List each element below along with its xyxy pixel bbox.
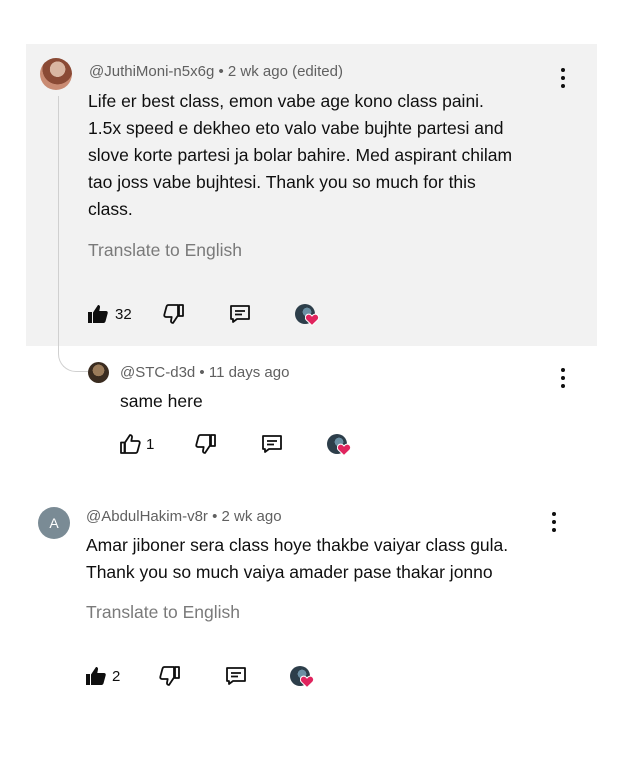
- creator-heart-icon: [290, 666, 316, 690]
- author-name[interactable]: @STC-d3d: [120, 364, 195, 381]
- comment-text: same here: [120, 388, 203, 415]
- comment-text-line: slove korte partesi ja bolar bahire. Med…: [88, 145, 513, 165]
- dislike-icon[interactable]: [158, 664, 182, 688]
- dislike-icon[interactable]: [162, 302, 186, 326]
- comment-text-line: Thank you so much vaiya amader pase thak…: [86, 562, 493, 582]
- avatar[interactable]: [40, 58, 72, 90]
- timestamp: • 2 wk ago (edited): [218, 63, 343, 80]
- comment-text-line: Life er best class, emon vabe age kono c…: [88, 91, 484, 111]
- timestamp: • 2 wk ago: [212, 508, 282, 525]
- timestamp: • 11 days ago: [199, 364, 290, 381]
- more-options-icon[interactable]: [558, 368, 568, 388]
- translate-link[interactable]: Translate to English: [88, 240, 242, 261]
- comment-text: Amar jiboner sera class hoye thakbe vaiy…: [86, 532, 508, 586]
- translate-link[interactable]: Translate to English: [86, 602, 240, 623]
- comment-text: Life er best class, emon vabe age kono c…: [88, 88, 512, 223]
- reply-icon[interactable]: [260, 432, 284, 456]
- like-filled-icon[interactable]: [86, 302, 110, 326]
- comment-meta: @STC-d3d • 11 days ago: [120, 364, 289, 381]
- comment-text-line: same here: [120, 391, 203, 411]
- reply-icon[interactable]: [224, 664, 248, 688]
- comment-text-line: 1.5x speed e dekheo eto valo vabe bujhte…: [88, 118, 504, 138]
- more-options-icon[interactable]: [549, 512, 559, 532]
- comment-text-line: class.: [88, 199, 133, 219]
- avatar[interactable]: [88, 362, 109, 383]
- comment-meta: @JuthiMoni-n5x6g • 2 wk ago (edited): [89, 63, 343, 80]
- comment-text-line: Amar jiboner sera class hoye thakbe vaiy…: [86, 535, 509, 555]
- avatar-letter: A: [49, 515, 59, 531]
- creator-heart-icon: [295, 304, 321, 328]
- like-count: 1: [146, 436, 155, 453]
- author-name[interactable]: @AbdulHakim-v8r: [86, 508, 208, 525]
- dislike-icon[interactable]: [194, 432, 218, 456]
- like-count: 32: [115, 306, 132, 323]
- like-icon[interactable]: [118, 432, 142, 456]
- author-name[interactable]: @JuthiMoni-n5x6g: [89, 63, 214, 80]
- creator-heart-icon: [327, 434, 353, 458]
- comment-text-line: tao joss vabe bujhtesi. Thank you so muc…: [88, 172, 476, 192]
- comment-meta: @AbdulHakim-v8r • 2 wk ago: [86, 508, 282, 525]
- reply-icon[interactable]: [228, 302, 252, 326]
- reply-thread-line: [58, 96, 88, 372]
- like-filled-icon[interactable]: [84, 664, 108, 688]
- avatar[interactable]: A: [38, 507, 70, 539]
- like-count: 2: [112, 668, 121, 685]
- more-options-icon[interactable]: [558, 68, 568, 88]
